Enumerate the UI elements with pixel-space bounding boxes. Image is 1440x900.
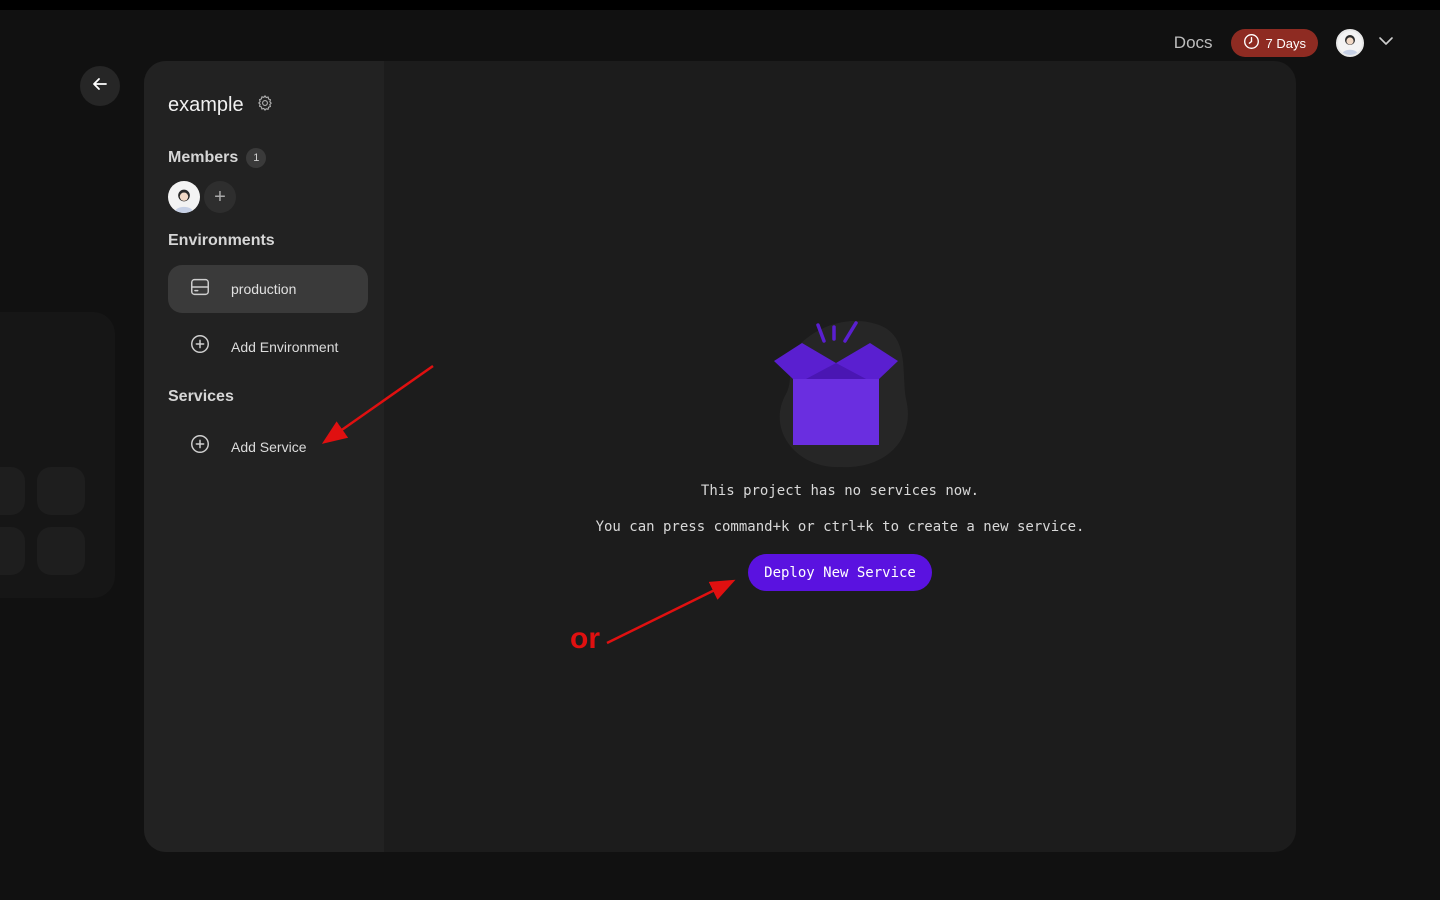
- deploy-new-service-button[interactable]: Deploy New Service: [748, 554, 932, 591]
- plus-circle-icon: [189, 433, 211, 460]
- gear-icon[interactable]: [256, 94, 274, 117]
- background-tile: [0, 527, 25, 575]
- open-box-illustration: [774, 320, 908, 468]
- plus-circle-icon: [189, 333, 211, 360]
- clock-icon: [1243, 33, 1260, 53]
- empty-hint: You can press command+k or ctrl+k to cre…: [595, 519, 1085, 535]
- project-sidebar: example Members 1 + Environments producti…: [144, 61, 384, 852]
- background-tile: [37, 527, 85, 575]
- annotation-or-text: or: [570, 622, 600, 655]
- user-menu[interactable]: [1336, 29, 1394, 57]
- environment-item-production[interactable]: production: [168, 265, 368, 313]
- add-environment-button[interactable]: Add Environment: [189, 333, 338, 360]
- trial-label: 7 Days: [1265, 35, 1306, 51]
- member-avatar[interactable]: [168, 181, 200, 213]
- members-heading: Members 1: [168, 148, 267, 168]
- chevron-down-icon[interactable]: [1378, 33, 1394, 54]
- add-service-label: Add Service: [231, 438, 307, 455]
- empty-message: This project has no services now.: [700, 483, 980, 499]
- project-title: example: [168, 94, 274, 117]
- user-avatar[interactable]: [1336, 29, 1364, 57]
- server-icon: [189, 276, 211, 303]
- back-button[interactable]: [80, 66, 120, 106]
- members-row: +: [168, 181, 236, 213]
- top-edge-strip: [0, 0, 1440, 10]
- add-environment-label: Add Environment: [231, 338, 339, 355]
- environment-label: production: [231, 281, 297, 297]
- add-service-button[interactable]: Add Service: [189, 433, 306, 460]
- empty-state: This project has no services now. You ca…: [384, 61, 1296, 852]
- background-tile: [0, 467, 25, 515]
- members-label: Members: [168, 149, 239, 167]
- arrow-left-icon: [92, 76, 108, 97]
- services-heading: Services: [168, 388, 234, 405]
- environments-heading: Environments: [168, 232, 275, 249]
- header-actions: Docs 7 Days: [1174, 28, 1394, 58]
- add-member-button[interactable]: +: [204, 181, 236, 213]
- plus-icon: +: [214, 185, 226, 208]
- project-name: example: [168, 94, 244, 116]
- members-count-badge: 1: [246, 148, 267, 168]
- docs-link[interactable]: Docs: [1174, 33, 1213, 53]
- trial-badge[interactable]: 7 Days: [1230, 29, 1318, 57]
- background-tile: [37, 467, 85, 515]
